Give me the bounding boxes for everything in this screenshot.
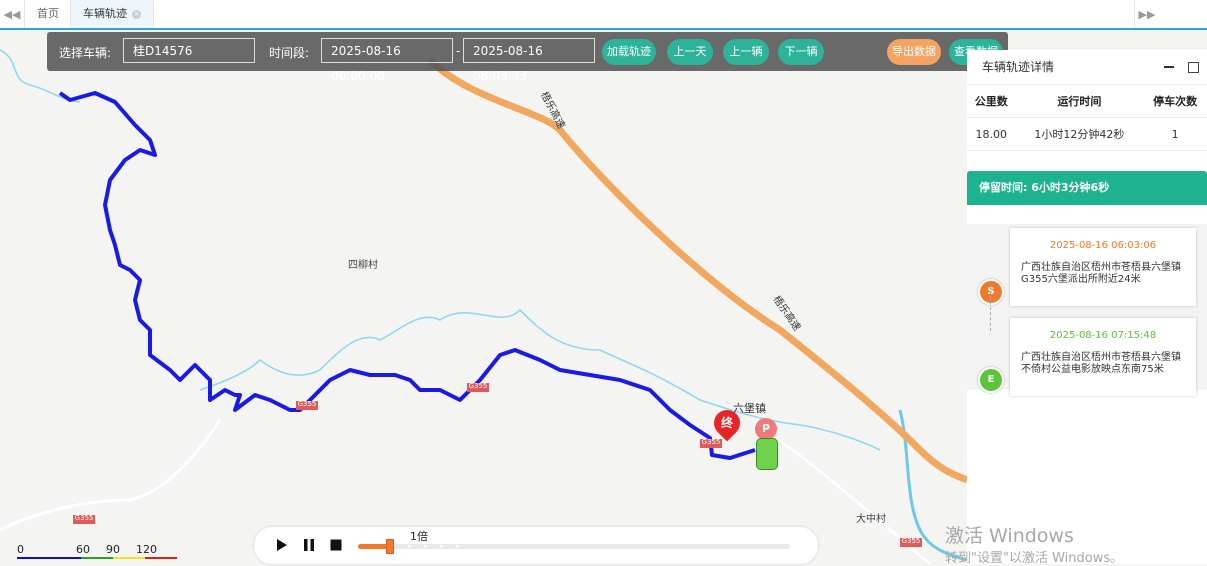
header-stops: 停车次数 <box>1143 85 1207 118</box>
next-vehicle-button[interactable]: 下一辆 <box>778 39 824 65</box>
query-toolbar: 选择车辆: 桂D14576 时间段: 2025-08-16 00:00:00 -… <box>47 32 1008 83</box>
date-separator: - <box>456 44 461 58</box>
legend-value: 0 <box>17 543 24 556</box>
start-point-card[interactable]: 2025-08-16 06:03:06 广西壮族自治区梧州市苍梧县六堡镇G355… <box>1010 228 1196 306</box>
playback-progress <box>358 544 388 549</box>
pause-icon[interactable] <box>303 539 315 551</box>
header-mileage: 公里数 <box>967 85 1016 118</box>
stop-duration-bar[interactable]: 停留时间: 6小时3分钟6秒 <box>967 171 1207 205</box>
end-time: 2025-08-16 07:15:48 <box>1049 330 1157 341</box>
playback-slider-handle[interactable] <box>386 539 394 554</box>
speed-tick <box>408 545 411 548</box>
export-data-button[interactable]: 导出数据 <box>887 39 941 65</box>
tab-home[interactable]: 首页 <box>25 0 71 28</box>
vehicle-track <box>58 91 756 460</box>
tab-vehicle-track-label: 车辆轨迹 <box>83 7 127 20</box>
end-address: 广西壮族自治区梧州市苍梧县六堡镇不倚村公益电影放映点东南75米 <box>1021 352 1181 375</box>
mileage-value: 18.00 <box>967 117 1016 151</box>
legend-value: 90 <box>106 543 120 556</box>
end-time-input[interactable]: 2025-08-16 08:03:33 <box>463 38 595 83</box>
activation-watermark-sub: 转到"设置"以激活 Windows。 <box>945 551 1124 566</box>
panel-header: 车辆轨迹详情 <box>967 50 1207 85</box>
legend-segment <box>145 557 177 559</box>
speed-tick <box>424 545 427 548</box>
vehicle-select[interactable]: 桂D14576 <box>123 38 255 63</box>
tab-bar: ◀◀ 首页 车辆轨迹 × ▶▶ <box>0 0 1207 30</box>
start-time-input[interactable]: 2025-08-16 00:00:00 <box>321 38 453 83</box>
close-icon[interactable]: × <box>132 9 141 19</box>
stop-detail-area: 2025-08-16 06:03:06 广西壮族自治区梧州市苍梧县六堡镇G355… <box>967 224 1207 396</box>
prev-vehicle-button[interactable]: 上一辆 <box>723 39 769 65</box>
playback-speed: 1倍 <box>410 530 428 543</box>
start-time: 2025-08-16 06:03:06 <box>1049 240 1157 251</box>
legend-value: 120 <box>136 543 157 556</box>
timeline-connector <box>990 286 991 331</box>
legend-value: 60 <box>76 543 90 556</box>
road-shield-label: G355 <box>297 400 317 408</box>
panel-title: 车辆轨迹详情 <box>982 60 1055 74</box>
legend-segment <box>113 557 145 559</box>
road-shield-label: G355 <box>901 537 921 545</box>
activation-watermark: 激活 Windows <box>945 525 1074 547</box>
legend-segment <box>17 557 81 559</box>
speed-tick <box>440 545 443 548</box>
load-track-button[interactable]: 加载轨迹 <box>602 39 656 65</box>
tab-scroll-left-icon[interactable]: ◀◀ <box>0 0 25 28</box>
header-runtime: 运行时间 <box>1015 85 1144 118</box>
stats-table: 公里数 运行时间 停车次数 18.00 1小时12分钟42秒 1 <box>967 85 1207 151</box>
playback-bar: 1倍 <box>254 527 818 564</box>
track-detail-panel: 车辆轨迹详情 公里数 运行时间 停车次数 18.00 1小时12分钟42秒 1 … <box>967 50 1207 564</box>
road <box>0 419 222 532</box>
start-address: 广西壮族自治区梧州市苍梧县六堡镇G355六堡派出所附近24米 <box>1021 262 1181 285</box>
speed-tick <box>456 545 459 548</box>
tab-scroll-right-icon[interactable]: ▶▶ <box>1134 0 1159 28</box>
village-label: 大中村 <box>856 514 886 525</box>
end-marker-label: 终 <box>720 416 733 430</box>
road-shield-label: G355 <box>74 514 94 522</box>
village-label: 四柳村 <box>348 260 378 271</box>
playback-slider[interactable] <box>358 539 790 554</box>
tab-vehicle-track[interactable]: 车辆轨迹 × <box>70 0 154 28</box>
play-icon[interactable] <box>276 539 288 551</box>
map-canvas[interactable]: 四柳村 六堡镇 大中村 梧乐高速 梧乐高速 G355 G355 G355 G35… <box>0 30 967 564</box>
runtime-value: 1小时12分钟42秒 <box>1015 117 1144 151</box>
speed-legend: 0 60 90 120 <box>17 541 177 561</box>
legend-segment <box>81 557 113 559</box>
start-badge-icon: S <box>978 279 1004 305</box>
stops-value: 1 <box>1143 117 1207 151</box>
minimize-icon[interactable] <box>1164 66 1174 68</box>
end-badge-icon: E <box>978 367 1004 393</box>
highway <box>427 57 967 484</box>
stop-icon[interactable] <box>330 539 342 551</box>
prev-day-button[interactable]: 上一天 <box>667 39 713 65</box>
road-shield-label: G355 <box>701 438 721 446</box>
period-label: 时间段: <box>269 46 310 60</box>
vehicle-label: 选择车辆: <box>59 46 112 60</box>
maximize-icon[interactable] <box>1188 62 1199 73</box>
end-point-card[interactable]: 2025-08-16 07:15:48 广西壮族自治区梧州市苍梧县六堡镇不倚村公… <box>1010 318 1196 396</box>
parking-marker-icon[interactable]: P <box>755 418 777 440</box>
road-shield-label: G355 <box>468 382 488 390</box>
vehicle-car-icon[interactable] <box>756 438 778 470</box>
tab-home-label: 首页 <box>37 7 59 20</box>
